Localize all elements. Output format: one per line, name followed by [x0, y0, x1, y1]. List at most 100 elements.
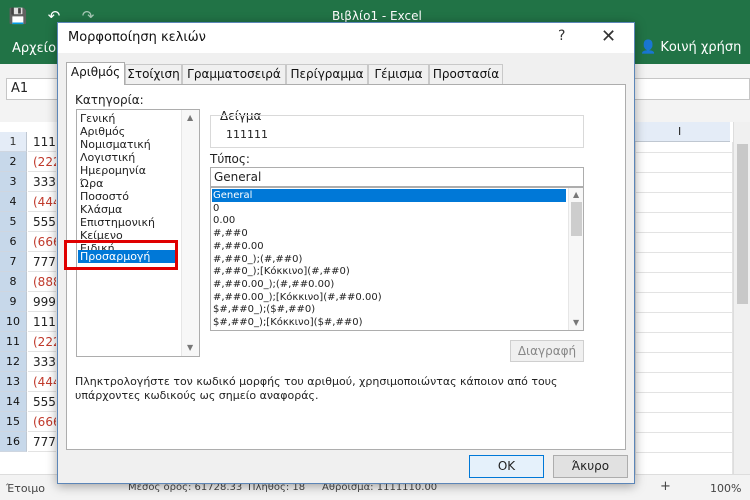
- close-icon[interactable]: ✕: [601, 26, 616, 47]
- category-item[interactable]: Γενική: [80, 112, 115, 125]
- grid-line: [635, 352, 733, 353]
- category-item[interactable]: Λογιστική: [80, 151, 135, 164]
- grid-line: [635, 142, 636, 474]
- format-code-item[interactable]: #,##0.00_);(#,##0.00): [213, 278, 334, 291]
- grid-line: [635, 192, 733, 193]
- delete-button[interactable]: Διαγραφή: [510, 340, 584, 362]
- row-header[interactable]: 13: [0, 372, 27, 392]
- type-input[interactable]: General: [210, 167, 584, 187]
- scroll-up-icon[interactable]: ▲: [573, 190, 579, 199]
- row-header[interactable]: 9: [0, 292, 27, 312]
- row-header[interactable]: 2: [0, 152, 27, 172]
- cell-a[interactable]: (888: [28, 272, 56, 292]
- cancel-button[interactable]: Άκυρο: [553, 455, 628, 478]
- category-item[interactable]: Ώρα: [80, 177, 103, 190]
- cell-a[interactable]: 999: [28, 292, 56, 312]
- scroll-up-icon[interactable]: ▲: [187, 113, 193, 122]
- row-header[interactable]: 4: [0, 192, 27, 212]
- format-code-item[interactable]: 0.00: [213, 214, 235, 227]
- cell-a[interactable]: (666: [28, 232, 56, 252]
- zoom-in-icon[interactable]: +: [660, 479, 671, 494]
- column-header-i[interactable]: I: [630, 122, 730, 142]
- vertical-scrollbar[interactable]: [733, 122, 750, 474]
- category-list[interactable]: Γενική Αριθμός Νομισματική Λογιστική Ημερομη…: [76, 109, 200, 357]
- cell-a[interactable]: 111: [28, 312, 56, 332]
- scroll-thumb[interactable]: [737, 144, 748, 304]
- cell-a[interactable]: 555: [28, 212, 56, 232]
- format-code-item[interactable]: $#,##0_);[Κόκκινο]($#,##0): [213, 316, 363, 329]
- category-item[interactable]: Επιστημονική: [80, 216, 155, 229]
- row-header[interactable]: 7: [0, 252, 27, 272]
- format-code-item[interactable]: #,##0.00_);[Κόκκινο](#,##0.00): [213, 291, 382, 304]
- format-code-item[interactable]: #,##0: [213, 227, 248, 240]
- row-header[interactable]: 12: [0, 352, 27, 372]
- row-header[interactable]: 14: [0, 392, 27, 412]
- file-tab[interactable]: Αρχείο: [12, 41, 56, 56]
- format-code-list[interactable]: General 0 0.00 #,##0 #,##0.00 #,##0_);(#,##0)…: [210, 187, 584, 331]
- grid-line: [635, 392, 733, 393]
- row-header[interactable]: 5: [0, 212, 27, 232]
- cell-a[interactable]: 333: [28, 352, 56, 372]
- grid-line: [635, 272, 733, 273]
- category-highlight-frame: [64, 240, 178, 270]
- format-code-item[interactable]: #,##0.00: [213, 240, 264, 253]
- row-header[interactable]: 15: [0, 412, 27, 432]
- cell-a[interactable]: (444: [28, 192, 56, 212]
- tab-fill[interactable]: Γέμισμα: [368, 64, 429, 84]
- save-icon[interactable]: 💾: [8, 6, 28, 26]
- category-item[interactable]: Ποσοστό: [80, 190, 129, 203]
- sample-value: 111111: [226, 128, 268, 141]
- row-header[interactable]: 11: [0, 332, 27, 352]
- format-code-item[interactable]: General: [212, 189, 566, 202]
- category-label: Κατηγορία:: [75, 93, 144, 107]
- name-box[interactable]: A1: [6, 78, 58, 100]
- grid-line: [635, 252, 733, 253]
- category-item[interactable]: Αριθμός: [80, 125, 125, 138]
- grid-line: [635, 152, 733, 153]
- tab-alignment[interactable]: Στοίχιση: [125, 64, 182, 84]
- grid-line: [635, 312, 733, 313]
- dialog-title-bar: Μορφοποίηση κελιών ? ✕: [58, 23, 634, 53]
- grid-line: [635, 232, 733, 233]
- scroll-thumb[interactable]: [571, 202, 582, 236]
- tab-font[interactable]: Γραμματοσειρά: [182, 64, 286, 84]
- format-code-item[interactable]: #,##0_);(#,##0): [213, 253, 302, 266]
- window-title: Βιβλίο1 - Excel: [332, 9, 422, 23]
- category-item[interactable]: Νομισματική: [80, 138, 151, 151]
- category-scrollbar[interactable]: ▲ ▼: [181, 110, 199, 356]
- row-header[interactable]: 10: [0, 312, 27, 332]
- row-header[interactable]: 6: [0, 232, 27, 252]
- format-code-item[interactable]: #,##0_);[Κόκκινο](#,##0): [213, 265, 350, 278]
- format-list-scrollbar[interactable]: ▲ ▼: [568, 188, 583, 330]
- cell-a[interactable]: 333: [28, 172, 56, 192]
- row-header[interactable]: 8: [0, 272, 27, 292]
- help-icon[interactable]: ?: [558, 28, 565, 44]
- cell-a[interactable]: (666: [28, 412, 56, 432]
- ok-button[interactable]: OK: [469, 455, 544, 478]
- dialog-title: Μορφοποίηση κελιών: [68, 30, 206, 45]
- row-header[interactable]: 16: [0, 432, 27, 452]
- scroll-down-icon[interactable]: ▼: [573, 318, 579, 327]
- format-code-item[interactable]: $#,##0_);($#,##0): [213, 303, 315, 316]
- status-ready: Έτοιμο: [6, 482, 46, 495]
- cell-a[interactable]: 777: [28, 252, 56, 272]
- grid-line: [635, 452, 733, 453]
- cell-a[interactable]: (222: [28, 332, 56, 352]
- zoom-level[interactable]: 100%: [710, 482, 741, 495]
- category-item[interactable]: Κλάσμα: [80, 203, 122, 216]
- tab-number[interactable]: Αριθμός: [66, 62, 125, 85]
- cell-a[interactable]: 555: [28, 392, 56, 412]
- share-button[interactable]: 👤 Κοινή χρήση: [640, 40, 741, 55]
- row-header[interactable]: 1: [0, 132, 27, 152]
- tab-border[interactable]: Περίγραμμα: [286, 64, 368, 84]
- category-item[interactable]: Ημερομηνία: [80, 164, 146, 177]
- cell-a[interactable]: (222: [28, 152, 56, 172]
- scroll-down-icon[interactable]: ▼: [187, 343, 193, 352]
- cell-a[interactable]: 777: [28, 432, 56, 452]
- row-header[interactable]: 3: [0, 172, 27, 192]
- format-code-item[interactable]: 0: [213, 202, 219, 215]
- cell-a[interactable]: (444: [28, 372, 56, 392]
- user-icon: 👤: [640, 40, 657, 55]
- tab-protection[interactable]: Προστασία: [429, 64, 503, 84]
- cell-a[interactable]: 111: [28, 132, 56, 152]
